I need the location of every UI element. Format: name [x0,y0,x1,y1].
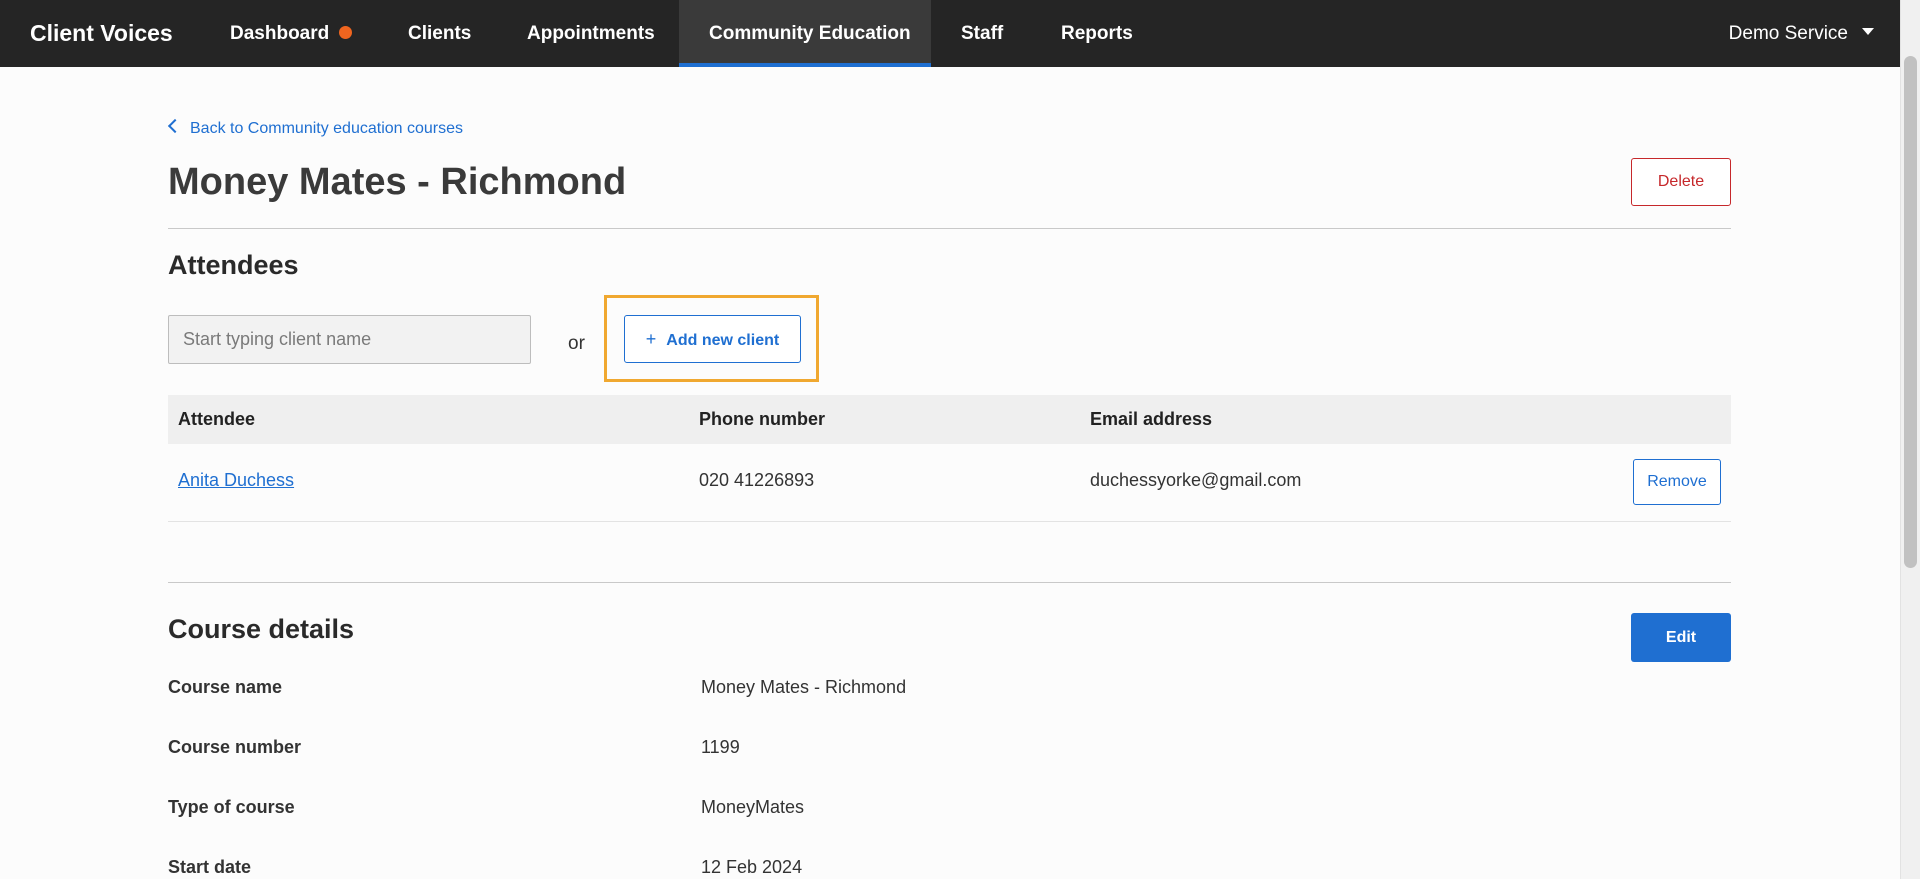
service-dropdown[interactable]: Demo Service [1729,0,1874,67]
start-date-label: Start date [168,857,252,877]
scrollbar[interactable] [1900,0,1920,879]
notification-dot-icon [339,26,353,40]
brand-logo[interactable]: Client Voices [30,0,173,67]
chevron-left-icon [167,118,183,134]
caret-down-icon [1862,28,1874,36]
add-new-client-label: Add new client [666,331,780,349]
back-link-label: Back to Community education courses [190,120,464,137]
nav-reports[interactable]: Reports [1061,0,1133,67]
nav-clients[interactable]: Clients [408,0,471,67]
divider [168,228,1731,229]
nav-community-education[interactable]: Community Education [679,0,931,67]
attendee-email: duchessyorke@gmail.com [1090,470,1302,490]
course-number-label: Course number [168,737,302,757]
start-date-value: 12 Feb 2024 [701,857,803,877]
column-header-phone: Phone number [699,409,826,429]
nav-dashboard-label: Dashboard [230,23,330,44]
delete-button[interactable]: Delete [1631,158,1731,206]
table-row: Anita Duchess 020 41226893 duchessyorke@… [168,444,1731,522]
scrollbar-thumb[interactable] [1904,56,1917,568]
add-new-client-button[interactable]: + Add new client [624,315,801,363]
course-details-heading: Course details [168,614,355,644]
course-name-value: Money Mates - Richmond [701,677,907,697]
column-header-attendee: Attendee [178,409,256,429]
attendee-phone: 020 41226893 [699,470,815,490]
attendee-name-link[interactable]: Anita Duchess [178,444,294,517]
service-name: Demo Service [1728,23,1848,44]
column-header-email: Email address [1090,409,1213,429]
page-title: Money Mates - Richmond [168,161,627,203]
plus-icon: + [645,328,657,349]
back-link[interactable]: Back to Community education courses [167,118,464,138]
nav-appointments[interactable]: Appointments [527,0,655,67]
attendees-table-header: Attendee Phone number Email address [168,395,1731,444]
course-type-label: Type of course [168,797,295,817]
client-search-input[interactable] [168,315,531,364]
attendees-heading: Attendees [168,250,299,280]
top-nav: Client Voices Dashboard Clients Appointm… [0,0,1900,67]
remove-button[interactable]: Remove [1633,459,1721,505]
divider [168,582,1731,583]
course-name-label: Course name [168,677,283,697]
edit-button[interactable]: Edit [1631,613,1731,662]
nav-staff[interactable]: Staff [961,0,1003,67]
course-number-value: 1199 [701,737,740,757]
course-type-value: MoneyMates [701,797,805,817]
nav-dashboard[interactable]: Dashboard [230,0,353,67]
or-text: or [568,333,585,354]
